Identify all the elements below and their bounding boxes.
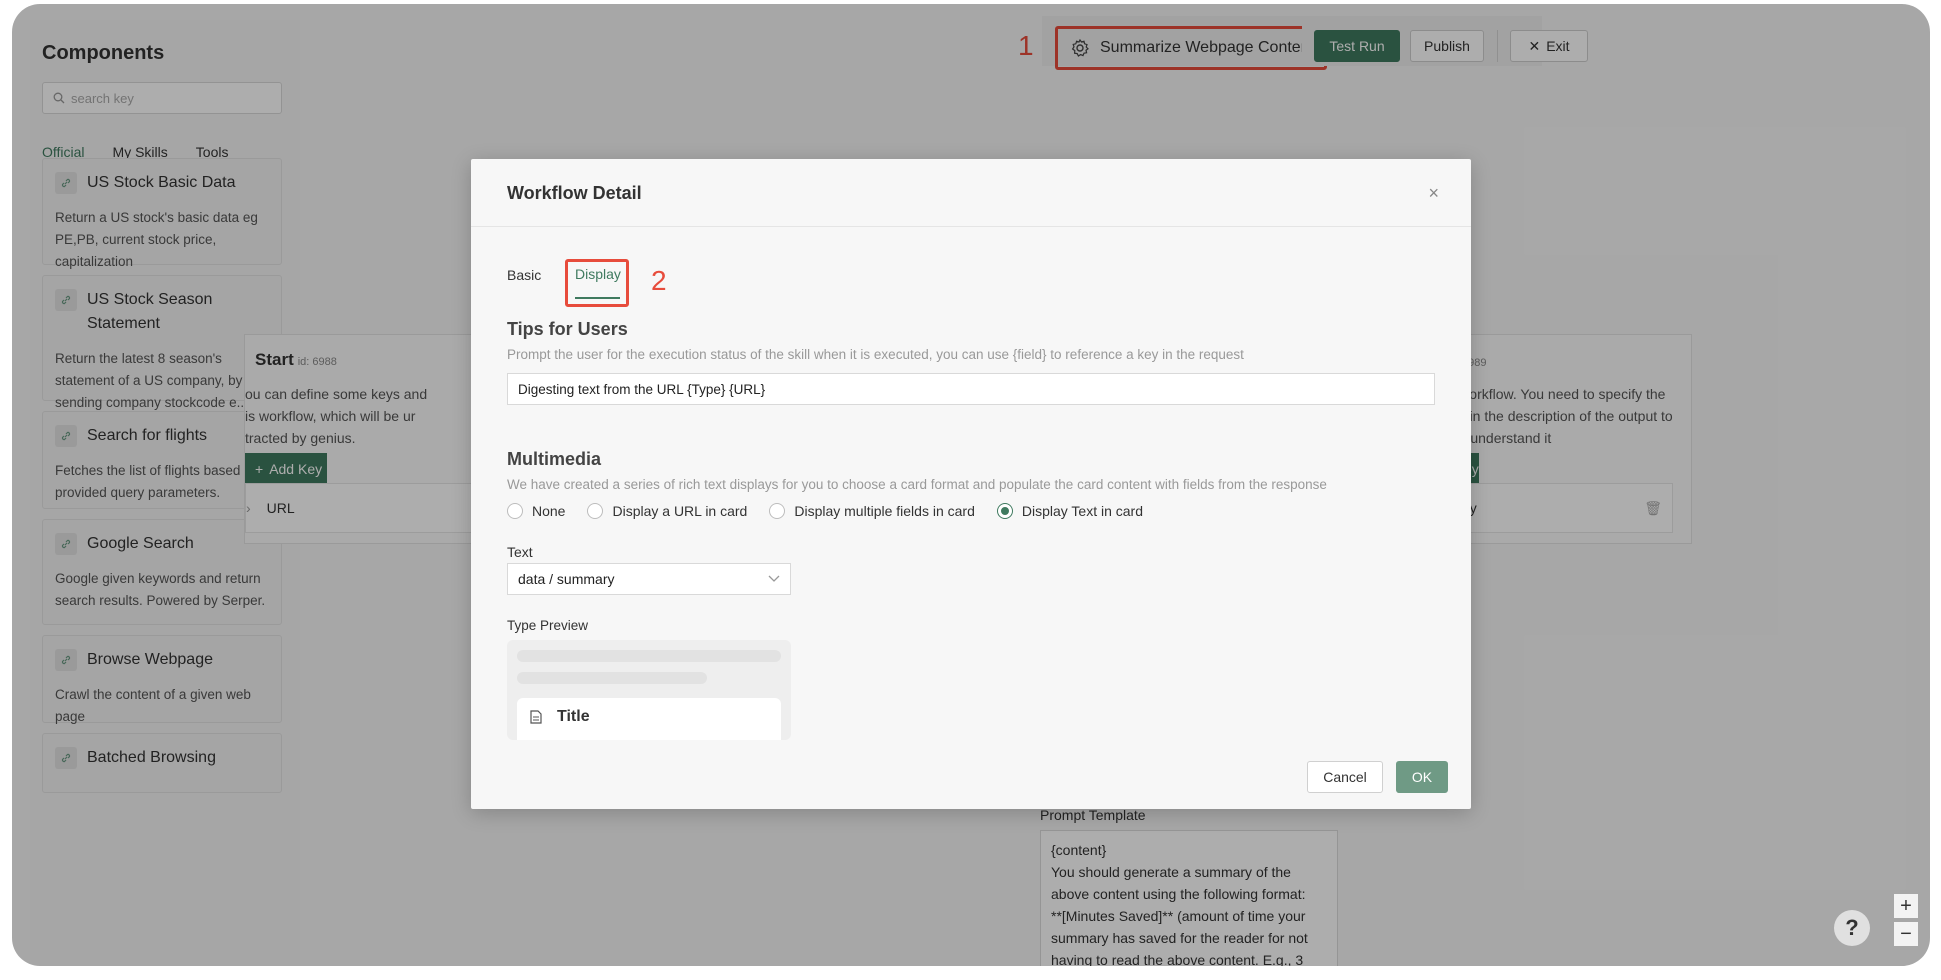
skeleton-line xyxy=(517,650,781,662)
type-preview-label: Type Preview xyxy=(507,618,589,633)
multimedia-description: We have created a series of rich text di… xyxy=(507,477,1327,492)
text-select-value: data / summary xyxy=(518,571,615,587)
active-tab-indicator xyxy=(575,297,620,299)
tips-input[interactable]: Digesting text from the URL {Type} {URL} xyxy=(507,373,1435,405)
preview-card: Title xyxy=(517,698,781,740)
text-select[interactable]: data / summary xyxy=(507,563,791,595)
app-window: Components search key Official My Skills… xyxy=(12,4,1930,966)
radio-url-card[interactable]: Display a URL in card xyxy=(587,503,747,519)
tab-basic[interactable]: Basic xyxy=(507,267,541,283)
help-button[interactable]: ? xyxy=(1834,910,1870,946)
tips-description: Prompt the user for the execution status… xyxy=(507,347,1244,362)
radio-text-card[interactable]: Display Text in card xyxy=(996,503,1144,519)
radio-button[interactable] xyxy=(587,503,604,519)
tips-input-value: Digesting text from the URL {Type} {URL} xyxy=(518,381,766,397)
document-icon xyxy=(530,710,542,724)
ok-button[interactable]: OK xyxy=(1396,761,1448,793)
radio-button[interactable] xyxy=(769,503,786,519)
type-preview: Title xyxy=(507,640,791,740)
chevron-down-icon xyxy=(768,575,780,582)
skeleton-line xyxy=(517,672,707,684)
zoom-out-button[interactable]: − xyxy=(1894,922,1918,946)
modal-header: Workflow Detail × xyxy=(471,159,1471,227)
multimedia-title: Multimedia xyxy=(507,449,602,469)
preview-title: Title xyxy=(557,708,590,725)
radio-label: Display Text in card xyxy=(1021,503,1144,519)
workflow-detail-modal: Workflow Detail × Basic Display 2 Tips f… xyxy=(471,159,1471,809)
modal-title: Workflow Detail xyxy=(507,183,642,203)
text-field-label: Text xyxy=(507,544,533,560)
tips-title: Tips for Users xyxy=(507,319,628,339)
radio-label: None xyxy=(532,503,566,519)
zoom-in-button[interactable]: + xyxy=(1894,894,1918,918)
radio-label: Display a URL in card xyxy=(612,503,748,519)
radio-button[interactable] xyxy=(507,503,523,519)
radio-multiple-fields[interactable]: Display multiple fields in card xyxy=(769,503,975,519)
radio-label: Display multiple fields in card xyxy=(794,503,975,519)
close-icon[interactable]: × xyxy=(1428,183,1439,204)
radio-none[interactable]: None xyxy=(507,503,565,519)
cancel-button[interactable]: Cancel xyxy=(1307,761,1383,793)
annotation-2: 2 xyxy=(651,265,667,296)
multimedia-radio-group: None Display a URL in card Display multi… xyxy=(507,503,1143,519)
radio-button-selected[interactable] xyxy=(996,503,1013,519)
tab-display[interactable]: Display xyxy=(575,266,621,282)
